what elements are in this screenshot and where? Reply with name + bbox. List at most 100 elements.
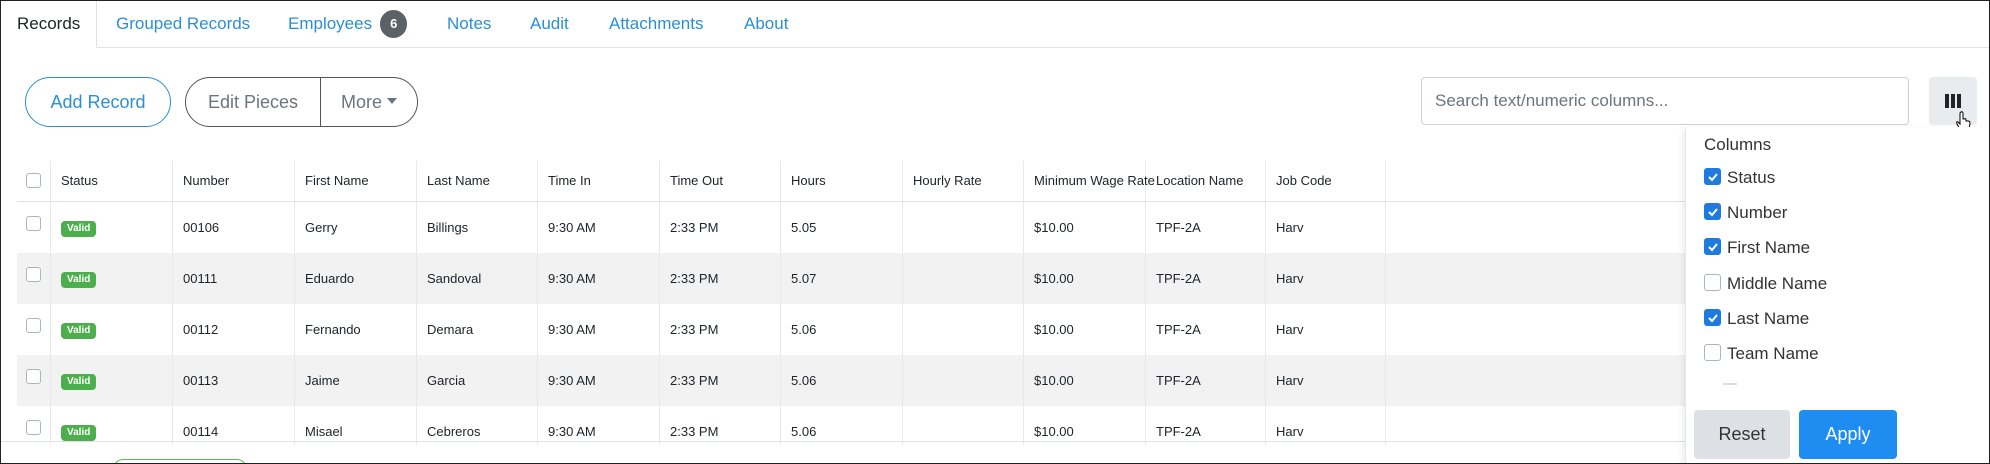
app-window: Records Grouped Records Employees 6 Notes… — [0, 0, 1990, 464]
row-checkbox[interactable] — [26, 420, 41, 435]
column-toggle-middle-name[interactable]: Middle Name — [1704, 272, 1827, 296]
column-header[interactable]: Hours — [781, 161, 903, 201]
table-row[interactable]: Valid 00111 Eduardo Sandoval 9:30 AM 2:3… — [17, 253, 1685, 304]
row-checkbox[interactable] — [26, 267, 41, 282]
row-select-cell — [17, 304, 51, 355]
more-dropdown-button[interactable]: More — [320, 77, 418, 127]
table-cell: 00112 — [173, 304, 295, 355]
table-cell: Cebreros — [417, 406, 538, 445]
tab-audit[interactable]: Audit — [530, 1, 569, 47]
column-toggle-first-name[interactable]: First Name — [1704, 236, 1810, 260]
status-cell: Valid — [51, 355, 173, 406]
scroll-clip-indicator — [1723, 383, 1737, 385]
status-cell: Valid — [51, 406, 173, 445]
column-header[interactable]: First Name — [295, 161, 417, 201]
tab-label: Records — [17, 14, 81, 33]
column-header[interactable]: Status — [51, 161, 173, 201]
table-cell — [903, 406, 1024, 445]
table-cell: Harv — [1266, 202, 1386, 253]
add-record-button[interactable]: Add Record — [25, 77, 171, 127]
row-checkbox[interactable] — [26, 216, 41, 231]
column-toggle-last-name[interactable]: Last Name — [1704, 307, 1809, 331]
search-input[interactable] — [1421, 77, 1909, 125]
table-cell: TPF-2A — [1146, 304, 1266, 355]
tab-records[interactable]: Records — [1, 1, 98, 48]
table-cell: Jaime — [295, 355, 417, 406]
table-cell: Harv — [1266, 355, 1386, 406]
edit-pieces-button[interactable]: Edit Pieces — [185, 77, 321, 127]
table-row[interactable]: Valid 00114 Misael Cebreros 9:30 AM 2:33… — [17, 406, 1685, 445]
tab-grouped-records[interactable]: Grouped Records — [116, 1, 250, 47]
table-cell: Harv — [1266, 406, 1386, 445]
column-toggle-status[interactable]: Status — [1704, 166, 1775, 190]
table-cell: 00114 — [173, 406, 295, 445]
column-header[interactable]: Number — [173, 161, 295, 201]
checkbox-checked-icon[interactable] — [1704, 309, 1721, 327]
pagination-pill[interactable] — [113, 459, 247, 463]
column-header[interactable]: Job Code — [1266, 161, 1386, 201]
row-checkbox[interactable] — [26, 318, 41, 333]
table-cell: Fernando — [295, 304, 417, 355]
tab-employees[interactable]: Employees 6 — [288, 1, 408, 47]
status-cell: Valid — [51, 202, 173, 253]
column-toggle-label: Status — [1727, 168, 1776, 187]
tab-about[interactable]: About — [744, 1, 788, 47]
table-cell: 5.06 — [781, 304, 903, 355]
table-row[interactable]: Valid 00112 Fernando Demara 9:30 AM 2:33… — [17, 304, 1685, 355]
table-row[interactable]: Valid 00113 Jaime Garcia 9:30 AM 2:33 PM… — [17, 355, 1685, 406]
column-header[interactable]: Time In — [538, 161, 660, 201]
column-header[interactable]: Time Out — [660, 161, 781, 201]
column-header[interactable]: Location Name — [1146, 161, 1266, 201]
table-cell — [903, 355, 1024, 406]
row-select-cell — [17, 355, 51, 406]
caret-down-icon — [387, 98, 397, 105]
status-badge: Valid — [61, 220, 97, 237]
select-all-cell — [17, 161, 51, 201]
reset-button[interactable]: Reset — [1694, 410, 1790, 459]
table-cell: Misael — [295, 406, 417, 445]
tab-notes[interactable]: Notes — [447, 1, 491, 47]
table-cell: TPF-2A — [1146, 355, 1266, 406]
table-cell: $10.00 — [1024, 253, 1146, 304]
column-toggle-label: Number — [1727, 203, 1788, 222]
status-badge: Valid — [61, 373, 97, 390]
checkbox-unchecked-icon[interactable] — [1704, 274, 1721, 292]
table-cell: 00111 — [173, 253, 295, 304]
column-header[interactable]: Last Name — [417, 161, 538, 201]
table-cell: 2:33 PM — [660, 406, 781, 445]
table-cell: TPF-2A — [1146, 406, 1266, 445]
table-cell: Harv — [1266, 253, 1386, 304]
table-row[interactable]: Valid 00106 Gerry Billings 9:30 AM 2:33 … — [17, 202, 1685, 253]
column-toggle-team-name[interactable]: Team Name — [1704, 342, 1819, 366]
table-cell: Garcia — [417, 355, 538, 406]
table-cell: 2:33 PM — [660, 355, 781, 406]
tab-attachments[interactable]: Attachments — [609, 1, 704, 47]
column-header[interactable]: Minimum Wage Rate — [1024, 161, 1155, 201]
column-toggle-number[interactable]: Number — [1704, 201, 1787, 225]
table-cell: 2:33 PM — [660, 253, 781, 304]
table-header: Status Number First Name Last Name Time … — [17, 161, 1685, 202]
select-all-checkbox[interactable] — [26, 173, 41, 188]
tab-label: About — [744, 14, 789, 33]
tab-label: Employees — [288, 14, 373, 33]
table-cell: $10.00 — [1024, 304, 1146, 355]
column-toggle-label: First Name — [1727, 238, 1811, 257]
table-cell: 00113 — [173, 355, 295, 406]
table-cell: $10.00 — [1024, 355, 1146, 406]
column-header[interactable]: Hourly Rate — [903, 161, 1024, 201]
row-select-cell — [17, 253, 51, 304]
row-select-cell — [17, 202, 51, 253]
table-cell: 2:33 PM — [660, 304, 781, 355]
status-badge: Valid — [61, 424, 97, 441]
checkbox-checked-icon[interactable] — [1704, 238, 1721, 256]
checkbox-checked-icon[interactable] — [1704, 203, 1721, 221]
checkbox-checked-icon[interactable] — [1704, 168, 1721, 186]
table-cell: 9:30 AM — [538, 304, 660, 355]
table-cell: 9:30 AM — [538, 355, 660, 406]
status-cell: Valid — [51, 304, 173, 355]
table-cell: 2:33 PM — [660, 202, 781, 253]
columns-icon — [1945, 94, 1961, 108]
checkbox-unchecked-icon[interactable] — [1704, 344, 1721, 362]
apply-button[interactable]: Apply — [1799, 410, 1897, 459]
row-checkbox[interactable] — [26, 369, 41, 384]
